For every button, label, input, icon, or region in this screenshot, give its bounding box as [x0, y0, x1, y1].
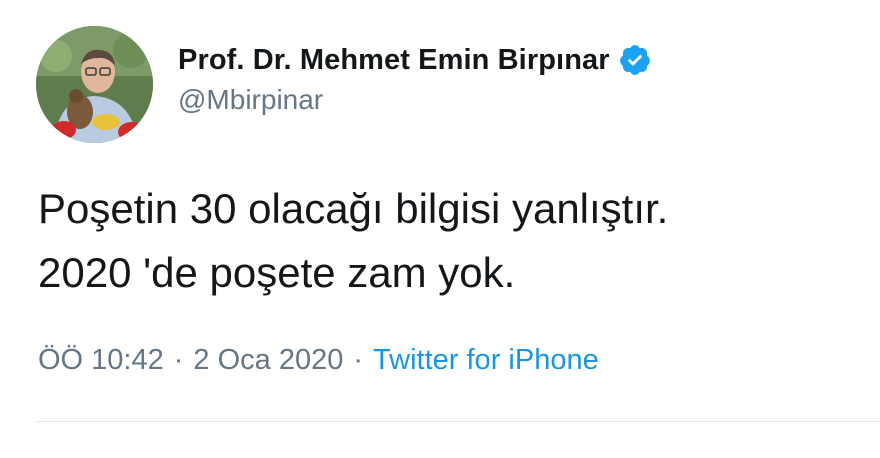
divider [36, 421, 880, 422]
meta-separator: · [173, 344, 184, 376]
display-name[interactable]: Prof. Dr. Mehmet Emin Birpınar [178, 44, 610, 77]
tweet-source-link[interactable]: Twitter for iPhone [373, 344, 599, 376]
tweet-time[interactable]: ÖÖ 10:42 [38, 344, 164, 376]
user-handle[interactable]: @Mbirpinar [178, 84, 652, 116]
tweet-text-line: 2020 'de poşete zam yok. [38, 249, 516, 296]
tweet-meta: ÖÖ 10:42 · 2 Oca 2020 · Twitter for iPhone [38, 344, 599, 377]
tweet-date[interactable]: 2 Oca 2020 [193, 344, 343, 376]
avatar[interactable] [36, 26, 153, 143]
tweet-text: Poşetin 30 olacağı bilgisi yanlıştır. 20… [38, 177, 858, 305]
tweet-text-line: Poşetin 30 olacağı bilgisi yanlıştır. [38, 185, 669, 232]
name-row: Prof. Dr. Mehmet Emin Birpınar [178, 40, 652, 80]
verified-badge-icon [618, 43, 652, 77]
tweet-card: Prof. Dr. Mehmet Emin Birpınar @Mbirpina… [0, 0, 880, 458]
author-block: Prof. Dr. Mehmet Emin Birpınar @Mbirpina… [178, 40, 652, 116]
meta-separator: · [353, 344, 364, 376]
